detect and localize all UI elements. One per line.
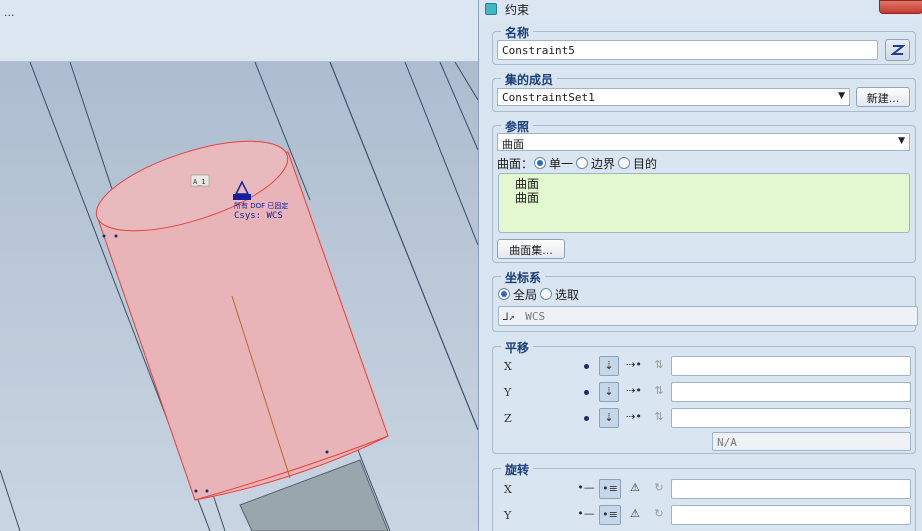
constraint-base-icon (233, 194, 251, 200)
radio-single-label: 单一 (549, 157, 574, 171)
toolbar-menu-text[interactable]: ... (4, 6, 15, 19)
csys-value: WCS (525, 310, 546, 323)
radio-single[interactable] (534, 157, 546, 169)
translation-z-label: Z (504, 412, 512, 425)
model-scene[interactable]: A_1 所有 DOF 已固定 Csys: WCS (0, 62, 478, 531)
rotation-x-input[interactable] (671, 479, 911, 499)
enforced-translation-icon[interactable]: ⇅ (649, 356, 669, 376)
translation-group-legend: 平移 (501, 339, 534, 356)
prescribed-rotation-icon[interactable]: ⚠ (625, 505, 645, 525)
translation-x-label: X (504, 360, 512, 373)
prescribed-translation-icon[interactable]: ⇢• (624, 408, 644, 428)
csys-input[interactable]: ⅃↗ WCS (498, 306, 918, 326)
dof-label: 所有 DOF 已固定 (234, 201, 288, 210)
new-set-button[interactable]: 新建... (856, 87, 910, 107)
rotation-x-label: X (504, 483, 512, 496)
free-dot-icon[interactable] (584, 416, 589, 421)
csys-label: Csys: WCS (234, 211, 283, 221)
reference-list[interactable]: 曲面 曲面 (498, 173, 910, 233)
prescribed-translation-icon[interactable]: ⇢• (624, 382, 644, 402)
set-select-value: ConstraintSet1 (502, 91, 595, 104)
radio-intent[interactable] (618, 157, 630, 169)
free-rotation-icon[interactable]: •— (576, 479, 596, 499)
fixed-rotation-icon[interactable]: •≡ (599, 479, 621, 499)
radio-boundary-label: 边界 (591, 157, 616, 171)
enforced-rotation-icon[interactable]: ↻ (649, 505, 669, 525)
fixed-translation-icon[interactable]: ⇣ (599, 408, 619, 428)
csys-group-legend: 坐标系 (501, 269, 546, 286)
fixed-translation-icon[interactable]: ⇣ (599, 356, 619, 376)
rotation-group-legend: 旋转 (501, 461, 534, 478)
enforced-translation-icon[interactable]: ⇅ (649, 382, 669, 402)
zigzag-icon (889, 45, 906, 55)
translation-z-input[interactable] (671, 408, 911, 428)
translation-y-label: Y (504, 386, 512, 399)
set-group-legend: 集的成员 (501, 71, 558, 88)
enforced-rotation-icon[interactable]: ↻ (649, 479, 669, 499)
radio-select-label: 选取 (555, 288, 580, 302)
enforced-translation-icon[interactable]: ⇅ (649, 408, 669, 428)
reference-item[interactable]: 曲面 (499, 177, 909, 191)
viewport-toolbar: ... (0, 0, 478, 62)
reference-item[interactable]: 曲面 (499, 191, 909, 205)
reference-type-value: 曲面 (502, 138, 524, 151)
free-dot-icon[interactable] (584, 390, 589, 395)
radio-global-label: 全局 (513, 288, 538, 302)
surface-selector-label: 曲面： (497, 157, 534, 171)
translation-na-field: N/A (712, 432, 911, 451)
radio-global[interactable] (498, 288, 510, 300)
dialog-app-icon (485, 3, 497, 15)
model-viewport[interactable]: ... A_1 所有 DOF 已固定 Csys: WCS (0, 0, 478, 531)
name-picker-button[interactable] (885, 39, 910, 61)
free-rotation-icon[interactable]: •— (576, 505, 596, 525)
rotation-y-input[interactable] (671, 505, 911, 525)
fixed-translation-icon[interactable]: ⇣ (599, 382, 619, 402)
csys-axes-icon: ⅃↗ (503, 312, 515, 323)
chevron-down-icon: ▼ (838, 91, 845, 101)
radio-intent-label: 目的 (633, 157, 658, 171)
translation-y-input[interactable] (671, 382, 911, 402)
surface-set-button[interactable]: 曲面集... (497, 239, 565, 259)
prescribed-translation-icon[interactable]: ⇢• (624, 356, 644, 376)
constraint-dialog: 约束 名称 Constraint5 集的成员 ConstraintSet1 ▼ … (478, 0, 922, 531)
name-input[interactable]: Constraint5 (497, 40, 878, 60)
radio-boundary[interactable] (576, 157, 588, 169)
name-group-legend: 名称 (501, 24, 534, 41)
translation-x-input[interactable] (671, 356, 911, 376)
fixed-rotation-icon[interactable]: •≡ (599, 505, 621, 525)
close-button[interactable] (879, 0, 922, 14)
rotation-y-label: Y (504, 509, 512, 522)
dialog-title: 约束 (505, 3, 530, 17)
reference-type-select[interactable]: 曲面 ▼ (497, 133, 910, 151)
dialog-titlebar[interactable]: 约束 (479, 0, 922, 18)
free-dot-icon[interactable] (584, 364, 589, 369)
radio-select[interactable] (540, 288, 552, 300)
set-select[interactable]: ConstraintSet1 ▼ (497, 88, 850, 106)
prescribed-rotation-icon[interactable]: ⚠ (625, 479, 645, 499)
chevron-down-icon: ▼ (898, 136, 905, 146)
model-tag-label: A_1 (193, 178, 206, 186)
